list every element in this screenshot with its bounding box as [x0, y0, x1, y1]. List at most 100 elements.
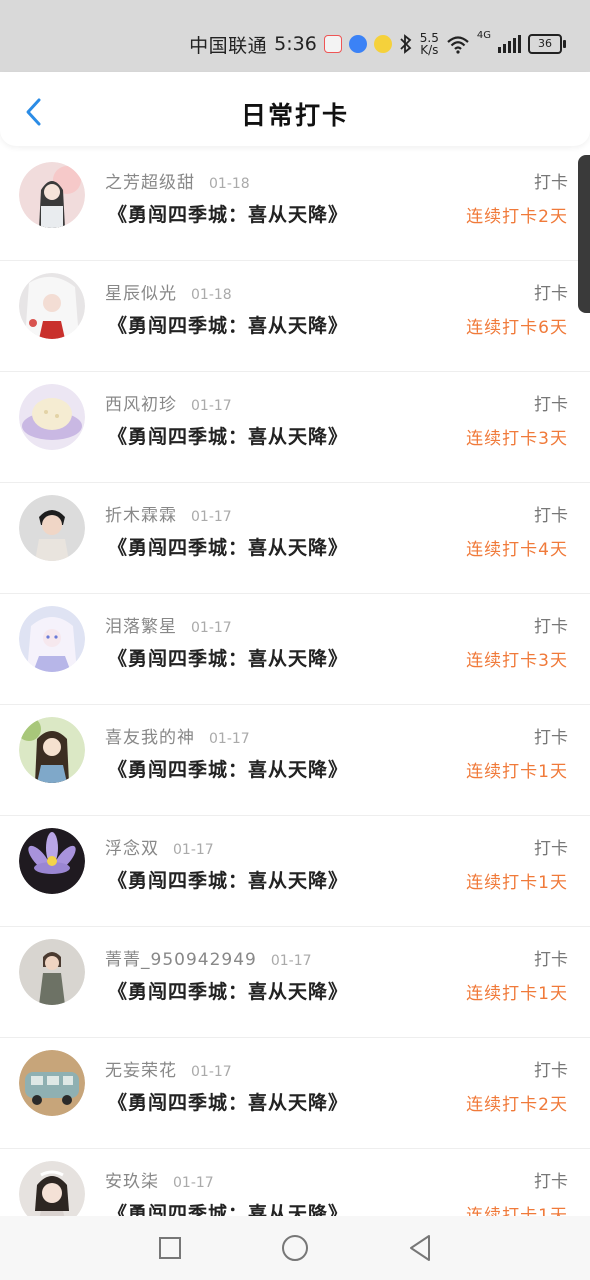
battery-icon: 36 — [528, 34, 566, 54]
list-item[interactable]: 无妄荣花 01-17 打卡 《勇闯四季城：喜从天降》 连续打卡2天 — [0, 1038, 590, 1149]
avatar — [19, 273, 85, 339]
streak-count: 连续打卡1天 — [466, 762, 568, 782]
user-name: 菁菁_950942949 01-17 — [105, 945, 312, 970]
triangle-back-icon — [410, 1235, 430, 1261]
user-name-text: 折木霖霖 — [105, 506, 177, 526]
chat-app-icon — [373, 35, 392, 53]
user-name-text: 浮念双 — [105, 839, 159, 859]
signal-icon — [498, 35, 521, 53]
post-date: 01-17 — [270, 953, 312, 969]
avatar — [19, 717, 85, 783]
streak-count: 连续打卡3天 — [466, 429, 568, 449]
calendar-app-icon — [323, 35, 342, 53]
user-name: 星辰似光 01-18 — [105, 279, 232, 304]
checkin-tag: 打卡 — [534, 395, 568, 415]
back-nav-button[interactable] — [406, 1234, 434, 1262]
post-date: 01-17 — [191, 398, 232, 414]
list-item[interactable]: 菁菁_950942949 01-17 打卡 《勇闯四季城：喜从天降》 连续打卡1天 — [0, 927, 590, 1038]
book-title: 《勇闯四季城：喜从天降》 — [108, 1092, 349, 1114]
post-date: 01-18 — [191, 287, 232, 303]
network-type: 4G — [476, 30, 491, 41]
checkin-tag: 打卡 — [534, 173, 568, 193]
user-name-text: 之芳超级甜 — [105, 173, 195, 193]
list-item[interactable]: 喜友我的神 01-17 打卡 《勇闯四季城：喜从天降》 连续打卡1天 — [0, 705, 590, 816]
user-name-text: 西风初珍 — [105, 395, 177, 415]
recent-apps-button[interactable] — [156, 1234, 184, 1262]
book-title: 《勇闯四季城：喜从天降》 — [108, 870, 349, 892]
post-date: 01-17 — [173, 1175, 214, 1191]
user-name-text: 喜友我的神 — [105, 728, 195, 748]
avatar — [19, 162, 85, 228]
book-title: 《勇闯四季城：喜从天降》 — [108, 759, 349, 781]
square-icon — [159, 1237, 181, 1259]
book-title: 《勇闯四季城：喜从天降》 — [108, 315, 349, 337]
user-name-text: 菁菁_950942949 — [105, 950, 257, 970]
streak-count: 连续打卡2天 — [466, 207, 568, 227]
checkin-tag: 打卡 — [534, 284, 568, 304]
status-icons: 中国联通 5:36 5.5 K/s 4G 36 — [189, 28, 566, 60]
page-title: 日常打卡 — [240, 101, 349, 130]
post-date: 01-17 — [191, 1064, 232, 1080]
user-name-text: 安玖柒 — [105, 1172, 159, 1192]
book-title: 《勇闯四季城：喜从天降》 — [108, 648, 349, 670]
streak-count: 连续打卡4天 — [466, 540, 568, 560]
avatar — [19, 828, 85, 894]
bluetooth-icon — [400, 34, 412, 54]
user-name: 喜友我的神 01-17 — [105, 723, 250, 748]
checkin-tag: 打卡 — [534, 950, 568, 970]
post-date: 01-17 — [209, 731, 250, 747]
side-drawer-handle[interactable] — [578, 155, 590, 313]
user-name: 西风初珍 01-17 — [105, 390, 232, 415]
music-app-icon — [348, 35, 367, 53]
net-speed-unit: K/s — [420, 43, 439, 57]
user-name: 安玖柒 01-17 — [105, 1167, 214, 1192]
list-item[interactable]: 折木霖霖 01-17 打卡 《勇闯四季城：喜从天降》 连续打卡4天 — [0, 483, 590, 594]
checkin-tag: 打卡 — [534, 617, 568, 637]
avatar — [19, 606, 85, 672]
user-name: 之芳超级甜 01-18 — [105, 168, 250, 193]
streak-count: 连续打卡1天 — [466, 984, 568, 1004]
book-title: 《勇闯四季城：喜从天降》 — [108, 426, 349, 448]
avatar — [19, 495, 85, 561]
user-name: 折木霖霖 01-17 — [105, 501, 232, 526]
post-date: 01-17 — [191, 509, 232, 525]
carrier-label: 中国联通 — [189, 34, 268, 57]
streak-count: 连续打卡2天 — [466, 1095, 568, 1115]
post-date: 01-17 — [173, 842, 214, 858]
home-button[interactable] — [281, 1234, 309, 1262]
circle-icon — [282, 1235, 308, 1261]
user-name: 泪落繁星 01-17 — [105, 612, 232, 637]
book-title: 《勇闯四季城：喜从天降》 — [108, 537, 349, 559]
list-item[interactable]: 西风初珍 01-17 打卡 《勇闯四季城：喜从天降》 连续打卡3天 — [0, 372, 590, 483]
checkin-list: 之芳超级甜 01-18 打卡 《勇闯四季城：喜从天降》 连续打卡2天 星辰似光 01… — [0, 150, 590, 1260]
checkin-tag: 打卡 — [534, 1172, 568, 1192]
list-item[interactable]: 星辰似光 01-18 打卡 《勇闯四季城：喜从天降》 连续打卡6天 — [0, 261, 590, 372]
streak-count: 连续打卡6天 — [466, 318, 568, 338]
avatar — [19, 939, 85, 1005]
status-bar: 中国联通 5:36 5.5 K/s 4G 36 — [0, 0, 590, 72]
user-name-text: 星辰似光 — [105, 284, 177, 304]
net-speed: 5.5 K/s — [420, 32, 439, 56]
checkin-tag: 打卡 — [534, 839, 568, 859]
battery-level: 36 — [538, 37, 552, 50]
post-date: 01-17 — [191, 620, 232, 636]
avatar — [19, 384, 85, 450]
checkin-tag: 打卡 — [534, 506, 568, 526]
wifi-icon — [447, 36, 469, 54]
list-item[interactable]: 浮念双 01-17 打卡 《勇闯四季城：喜从天降》 连续打卡1天 — [0, 816, 590, 927]
book-title: 《勇闯四季城：喜从天降》 — [108, 204, 349, 226]
avatar — [19, 1050, 85, 1116]
streak-count: 连续打卡1天 — [466, 873, 568, 893]
list-item[interactable]: 之芳超级甜 01-18 打卡 《勇闯四季城：喜从天降》 连续打卡2天 — [0, 150, 590, 261]
streak-count: 连续打卡3天 — [466, 651, 568, 671]
system-nav-bar — [0, 1216, 590, 1280]
checkin-tag: 打卡 — [534, 728, 568, 748]
user-name: 无妄荣花 01-17 — [105, 1056, 232, 1081]
user-name: 浮念双 01-17 — [105, 834, 214, 859]
list-item[interactable]: 泪落繁星 01-17 打卡 《勇闯四季城：喜从天降》 连续打卡3天 — [0, 594, 590, 705]
app-header: 日常打卡 — [0, 72, 590, 146]
user-name-text: 泪落繁星 — [105, 617, 177, 637]
checkin-tag: 打卡 — [534, 1061, 568, 1081]
book-title: 《勇闯四季城：喜从天降》 — [108, 981, 349, 1003]
clock: 5:36 — [274, 33, 317, 55]
